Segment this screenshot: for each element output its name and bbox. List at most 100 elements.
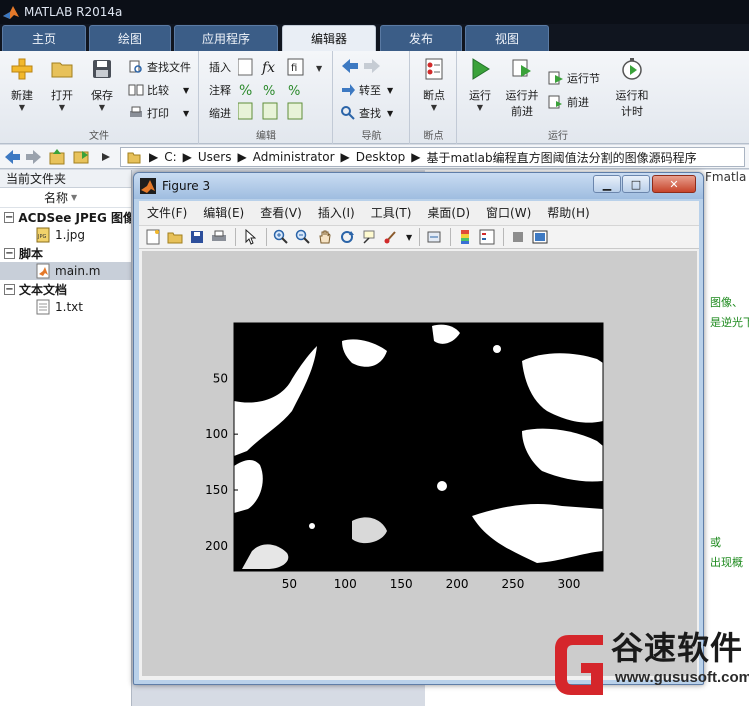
find-files-button[interactable]: 查找文件: [128, 57, 191, 77]
floppy-disk-icon: [93, 60, 111, 78]
pointer-icon[interactable]: [240, 227, 260, 247]
collapse-icon[interactable]: −: [4, 211, 15, 223]
run-button[interactable]: 运行 ▼: [460, 55, 500, 112]
current-folder-path[interactable]: ▶ C: ▶ Users ▶ Administrator ▶ Desktop ▶…: [120, 147, 745, 167]
edit-tool-icons[interactable]: fx fi ▼ % % %: [238, 57, 326, 123]
tree-group-jpeg[interactable]: − ACDSee JPEG 图像: [0, 208, 131, 226]
tab-home[interactable]: 主页: [2, 25, 86, 51]
y-tick-label: 200: [205, 539, 228, 553]
rotate-icon[interactable]: [337, 227, 357, 247]
comment-button[interactable]: 注释: [209, 80, 231, 100]
close-button[interactable]: ✕: [652, 175, 696, 193]
print-icon[interactable]: [209, 227, 229, 247]
minimize-button[interactable]: ▁: [593, 175, 621, 193]
compare-button[interactable]: 比较 ▼: [128, 80, 189, 100]
path-segment[interactable]: Desktop: [356, 150, 406, 164]
figure-title-bar[interactable]: Figure 3 ▁ □ ✕: [134, 173, 703, 199]
chevron-down-icon[interactable]: ▼: [406, 233, 412, 242]
new-button[interactable]: 新建 ▼: [2, 55, 42, 112]
run-and-time-button[interactable]: 运行和 计时: [610, 55, 654, 119]
column-header-name[interactable]: 名称 ▼: [0, 188, 131, 208]
menu-insert[interactable]: 插入(I): [310, 204, 363, 221]
file-item[interactable]: 1.txt: [0, 298, 131, 316]
folder-icon: [127, 152, 141, 164]
stopwatch-icon: [622, 58, 642, 80]
tab-editor[interactable]: 编辑器: [282, 25, 376, 51]
maximize-button[interactable]: □: [622, 175, 650, 193]
menu-window[interactable]: 窗口(W): [478, 204, 539, 221]
data-cursor-icon[interactable]: [359, 227, 379, 247]
zoom-out-icon[interactable]: [293, 227, 313, 247]
run-play-icon: [472, 58, 490, 80]
run-section-button[interactable]: 运行节: [548, 68, 600, 88]
save-icon[interactable]: [187, 227, 207, 247]
goto-button[interactable]: 转至 ▼: [340, 80, 393, 100]
menu-view[interactable]: 查看(V): [252, 204, 310, 221]
path-segment[interactable]: Administrator: [253, 150, 335, 164]
link-icon[interactable]: [424, 227, 444, 247]
open-button[interactable]: 打开 ▼: [42, 55, 82, 112]
maximize-icon: □: [630, 177, 642, 191]
chevron-down-icon: ▼: [18, 103, 26, 112]
back-forward-icon[interactable]: [340, 57, 382, 75]
print-button[interactable]: 打印 ▼: [128, 103, 189, 123]
advance-button[interactable]: 前进: [548, 92, 589, 112]
find-button[interactable]: 查找 ▼: [340, 103, 393, 123]
hide-plot-tools-icon[interactable]: [508, 227, 528, 247]
run-section-icon: [548, 71, 563, 85]
save-button[interactable]: 保存 ▼: [82, 55, 122, 112]
file-name: main.m: [55, 264, 101, 278]
axes-plot[interactable]: 50 100 150 200 250 300 50 100 150 200: [142, 251, 697, 676]
collapse-icon[interactable]: −: [4, 283, 15, 295]
svg-text:%: %: [263, 84, 275, 99]
file-item[interactable]: main.m: [0, 262, 131, 280]
collapse-icon[interactable]: −: [4, 247, 15, 259]
ribbon-tab-strip: 主页 绘图 应用程序 编辑器 发布 视图: [0, 24, 749, 51]
tab-plots[interactable]: 绘图: [89, 25, 171, 51]
insert-button[interactable]: 插入: [209, 57, 231, 77]
tree-group-text[interactable]: − 文本文档: [0, 280, 131, 298]
tab-view[interactable]: 视图: [465, 25, 549, 51]
y-tick-label: 100: [205, 427, 228, 441]
tab-apps[interactable]: 应用程序: [174, 25, 278, 51]
goto-label: 转至: [359, 84, 381, 97]
code-comment-fragment: 或: [710, 536, 721, 549]
legend-icon[interactable]: [477, 227, 497, 247]
tree-group-scripts[interactable]: − 脚本: [0, 244, 131, 262]
menu-desktop[interactable]: 桌面(D): [419, 204, 478, 221]
pan-icon[interactable]: [315, 227, 335, 247]
file-group-label: 文件: [89, 131, 109, 142]
menu-help[interactable]: 帮助(H): [539, 204, 597, 221]
run-and-advance-button[interactable]: 运行并 前进: [502, 55, 542, 119]
figure-canvas[interactable]: 50 100 150 200 250 300 50 100 150 200: [142, 251, 697, 676]
menu-file[interactable]: 文件(F): [139, 204, 195, 221]
menu-tools[interactable]: 工具(T): [363, 204, 420, 221]
indent-button[interactable]: 缩进: [209, 103, 231, 123]
editor-tab-fragment[interactable]: Fmatla: [705, 170, 746, 188]
matlab-script-icon: [36, 263, 50, 279]
show-plot-tools-icon[interactable]: [530, 227, 550, 247]
group-label: 文本文档: [19, 282, 68, 297]
run-section-label: 运行节: [567, 72, 600, 85]
path-segment[interactable]: Users: [198, 150, 232, 164]
path-separator-icon: ▶: [340, 150, 350, 164]
colorbar-icon[interactable]: [455, 227, 475, 247]
tab-publish[interactable]: 发布: [380, 25, 462, 51]
open-icon[interactable]: [165, 227, 185, 247]
ribbon-group-run: 运行 ▼ 运行并 前进 运行节 前进 运行和 计时 运行: [458, 51, 658, 144]
path-segment[interactable]: 基于matlab编程直方图阈值法分割的图像源码程序: [427, 149, 697, 166]
path-segment[interactable]: C:: [164, 150, 176, 164]
watermark-brand: 谷速软件: [611, 629, 744, 667]
toolbar-separator: [503, 228, 505, 246]
menu-edit[interactable]: 编辑(E): [195, 204, 252, 221]
brush-icon[interactable]: [381, 227, 401, 247]
zoom-in-icon[interactable]: [271, 227, 291, 247]
run-advance-label-1: 运行并: [505, 89, 539, 102]
figure-window[interactable]: Figure 3 ▁ □ ✕ 文件(F) 编辑(E) 查看(V) 插入(I) 工…: [133, 172, 704, 685]
editor-ribbon: 新建 ▼ 打开 ▼ 保存 ▼ 查找文件 比较 ▼ 打印 ▼ 文件 插入 注释 缩…: [0, 51, 749, 144]
breakpoints-button[interactable]: 断点 ▼: [414, 55, 454, 112]
new-figure-icon[interactable]: [143, 227, 163, 247]
file-item[interactable]: JPG 1.jpg: [0, 226, 131, 244]
breakpoints-icon: [425, 58, 443, 80]
navigation-icons[interactable]: [4, 149, 114, 165]
